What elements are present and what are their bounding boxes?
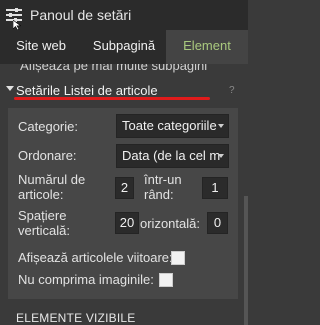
order-value: Data (de la cel m xyxy=(122,148,221,163)
show-future-articles-label: Afișează articolele viitoare: xyxy=(18,250,173,265)
article-count-label-line1: Numărul de xyxy=(18,172,86,187)
chevron-down-icon xyxy=(218,124,224,128)
category-value: Toate categoriile xyxy=(122,118,217,133)
order-label: Ordonare: xyxy=(18,148,77,163)
collapsed-section-label: Afișează pe mai multe subpagini xyxy=(20,64,208,73)
help-icon[interactable]: ? xyxy=(229,85,235,96)
settings-panel-header: Panoul de setări xyxy=(0,0,248,30)
vertical-spacing-label-line1: Spațiere xyxy=(18,208,67,223)
per-row-input[interactable]: 1 xyxy=(202,177,228,199)
category-select[interactable]: Toate categoriile xyxy=(116,114,229,138)
chevron-down-icon xyxy=(218,154,224,158)
panel-title: Panoul de setări xyxy=(30,7,132,23)
caret-down-icon xyxy=(6,86,14,91)
per-row-label-line2: rând: xyxy=(144,187,174,202)
category-label: Categorie: xyxy=(18,119,78,134)
horizontal-spacing-input[interactable]: 0 xyxy=(207,212,228,234)
horizontal-spacing-label: orizontală: xyxy=(140,216,200,231)
article-list-settings-header[interactable]: Setările Listei de articole ? xyxy=(0,78,248,104)
article-count-input[interactable]: 2 xyxy=(115,177,134,199)
vertical-spacing-label-line2: verticală: xyxy=(18,223,71,238)
scrollbar[interactable] xyxy=(244,196,248,325)
order-select[interactable]: Data (de la cel m xyxy=(116,144,229,168)
collapsed-section-row[interactable]: Afișează pe mai multe subpagini xyxy=(0,64,248,76)
no-image-compression-checkbox[interactable] xyxy=(159,273,173,287)
tab-website[interactable]: Site web xyxy=(0,30,82,64)
red-underline-annotation xyxy=(14,97,210,100)
cursor-arrow-icon xyxy=(13,20,21,30)
tab-bar: Site web Subpagină Element xyxy=(0,30,248,64)
tab-element[interactable]: Element xyxy=(166,30,248,64)
show-future-articles-checkbox[interactable] xyxy=(171,251,185,265)
per-row-label-line1: într-un xyxy=(144,172,182,187)
article-count-label-line2: articole: xyxy=(18,187,64,202)
tab-subpage[interactable]: Subpagină xyxy=(82,30,166,64)
visible-elements-section-title[interactable]: ELEMENTE VIZIBILE xyxy=(16,311,135,325)
vertical-spacing-input[interactable]: 20 xyxy=(115,212,139,234)
section-title: Setările Listei de articole xyxy=(16,83,158,98)
no-image-compression-label: Nu comprima imaginile: xyxy=(18,272,154,287)
